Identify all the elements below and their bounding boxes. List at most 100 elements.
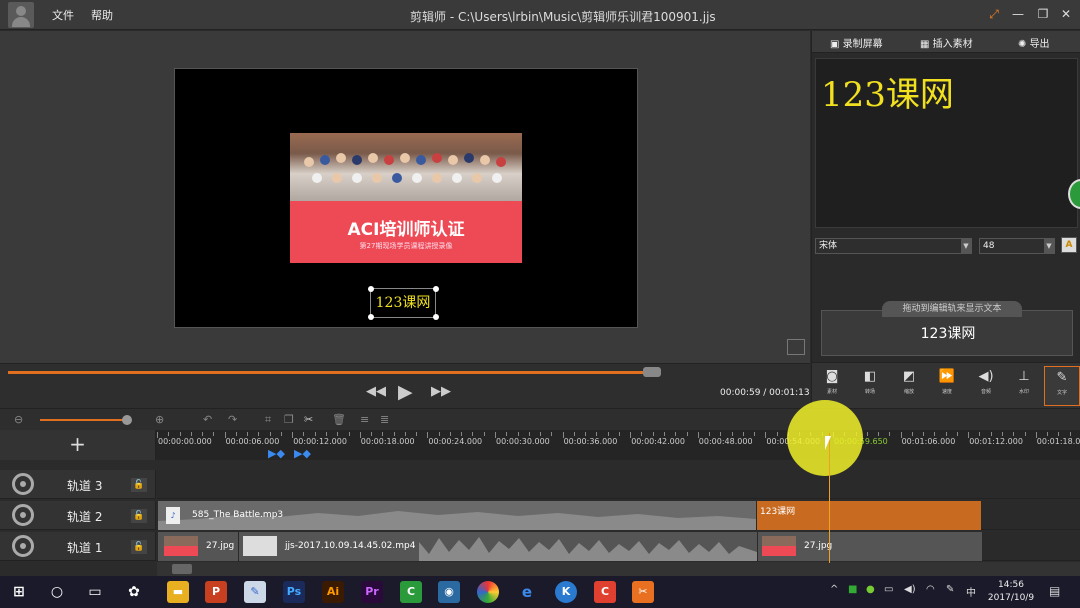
ruler-tick-mark <box>202 432 204 436</box>
ruler-tick-mark <box>224 432 226 438</box>
marker-icon[interactable]: ▶◆ <box>294 447 311 460</box>
tool-speed[interactable]: ⏩ 速度 <box>929 366 965 406</box>
explorer-icon[interactable]: ▬ <box>167 581 189 603</box>
camtasia-icon[interactable]: C <box>400 581 422 603</box>
close-button[interactable]: ✕ <box>1056 4 1076 24</box>
tab-insert-media[interactable]: ▦ 插入素材 <box>920 35 973 50</box>
split-icon[interactable]: ⌗ <box>265 413 271 427</box>
ruler-tick-mark <box>618 432 620 436</box>
track-body[interactable]: 27.jpg jjs-2017.10.09.14.45.02.mp4 27.jp… <box>157 532 1080 561</box>
font-size-select[interactable]: 48 ▼ <box>979 238 1055 254</box>
tray-app-icon[interactable]: ■ <box>848 584 857 595</box>
notification-icon[interactable]: ▤ <box>1049 584 1060 598</box>
marker-icon[interactable]: ▶◆ <box>268 447 285 460</box>
volume-icon[interactable]: ◀) <box>904 584 916 595</box>
edge-icon[interactable]: e <box>516 581 538 603</box>
premiere-icon[interactable]: Pr <box>361 581 383 603</box>
track-body[interactable] <box>157 470 1080 499</box>
tool-transition[interactable]: ◧ 转场 <box>852 366 888 406</box>
resize-handle-tl[interactable] <box>368 286 374 292</box>
undo-icon[interactable]: ↶ <box>203 413 212 426</box>
text-preview-content[interactable]: 123课网 <box>821 67 954 116</box>
progress-thumb[interactable] <box>643 367 661 377</box>
ruler-tick-mark <box>1002 432 1003 436</box>
kugou-icon[interactable]: K <box>555 581 577 603</box>
delete-icon[interactable]: 🗑 <box>332 413 346 426</box>
cut-icon[interactable]: ✂ <box>304 413 313 426</box>
progress-track[interactable] <box>8 371 660 374</box>
mini-mode-icon[interactable]: ⤢ <box>984 4 1004 24</box>
pinwheel-icon[interactable]: ✿ <box>123 581 145 603</box>
jianjishi-icon[interactable]: ✂ <box>632 581 654 603</box>
paint-icon[interactable]: ✎ <box>244 581 266 603</box>
play-icon[interactable]: ▶ <box>398 381 413 403</box>
text-clip[interactable]: 123课网 <box>757 501 981 530</box>
font-select[interactable]: 宋体 ▼ <box>815 238 972 254</box>
fast-forward-icon[interactable]: ▶▶ <box>431 384 451 399</box>
tool-zoom[interactable]: ◩ 缩放 <box>891 366 927 406</box>
align-icon[interactable]: ≡ <box>360 413 369 426</box>
font-color-button[interactable]: A <box>1061 237 1077 253</box>
image-clip[interactable]: 27.jpg <box>758 532 982 561</box>
cortana-icon[interactable]: ○ <box>46 581 68 603</box>
timeline-ruler[interactable]: 00:00:00.000 00:00:06.000 00:00:12.000 00:0… <box>0 430 1080 460</box>
video-clip[interactable]: jjs-2017.10.09.14.45.02.mp4 <box>239 532 757 561</box>
system-clock[interactable]: 14:56 2017/10/9 <box>985 579 1037 605</box>
unlock-icon[interactable]: 🔓 <box>131 540 147 554</box>
app-icon[interactable]: C <box>594 581 616 603</box>
photo-clip[interactable]: ACI培训师认证 第27期现场学员课程讲授录像 <box>290 133 522 263</box>
copy-icon[interactable]: ❐ <box>284 413 294 426</box>
add-track-button[interactable]: + <box>0 430 156 460</box>
rewind-icon[interactable]: ◀◀ <box>366 384 386 399</box>
text-editor[interactable]: 123课网 <box>815 58 1078 228</box>
start-icon[interactable]: ⊞ <box>8 581 30 603</box>
unlock-icon[interactable]: 🔓 <box>131 478 147 492</box>
redo-icon[interactable]: ↷ <box>228 413 237 426</box>
resize-handle-br[interactable] <box>433 314 439 320</box>
fullscreen-icon[interactable] <box>787 339 805 355</box>
playhead[interactable] <box>829 433 830 563</box>
menu-help[interactable]: 帮助 <box>91 7 113 23</box>
unlock-icon[interactable]: 🔓 <box>131 509 147 523</box>
photoshop-icon[interactable]: Ps <box>283 581 305 603</box>
audio-clip[interactable]: ♪ 585_The Battle.mp3 <box>158 501 756 530</box>
chrome-icon[interactable] <box>477 581 499 603</box>
maximize-button[interactable]: ❐ <box>1033 4 1053 24</box>
distribute-icon[interactable]: ≣ <box>380 413 389 426</box>
tray-expand-icon[interactable]: ^ <box>830 584 838 595</box>
image-clip[interactable]: 27.jpg <box>158 532 238 561</box>
drag-text-box[interactable]: 拖动到编辑轨来显示文本 123课网 <box>821 301 1073 356</box>
illustrator-icon[interactable]: Ai <box>322 581 344 603</box>
tool-audio[interactable]: ◀) 音频 <box>968 366 1004 406</box>
scroll-thumb[interactable] <box>172 564 192 574</box>
timeline-scrollbar[interactable] <box>157 562 1080 576</box>
menu-file[interactable]: 文件 <box>52 7 74 23</box>
tool-text[interactable]: ✎ 文字 <box>1044 366 1080 406</box>
taskview-icon[interactable]: ▭ <box>84 581 106 603</box>
avatar[interactable] <box>8 2 34 28</box>
timeline-toolbar: ⊖ ⊕ ↶ ↷ ⌗ ❐ ✂ 🗑 ≡ ≣ <box>0 408 1080 430</box>
battery-icon[interactable]: ▭ <box>884 584 893 595</box>
ime-indicator[interactable]: 中 <box>966 584 976 599</box>
speed-icon: ⏩ <box>938 369 956 384</box>
zoom-slider-thumb[interactable] <box>122 415 132 425</box>
powerpoint-icon[interactable]: P <box>205 581 227 603</box>
capture-icon[interactable]: ◉ <box>438 581 460 603</box>
text-overlay[interactable]: 123课网 <box>370 288 436 318</box>
track-body[interactable]: ♪ 585_The Battle.mp3 123课网 <box>157 501 1080 530</box>
ruler-tick-mark <box>540 432 542 436</box>
tool-watermark[interactable]: ⊥ 水印 <box>1006 366 1042 406</box>
tab-export[interactable]: ✺ 导出 <box>1018 35 1050 50</box>
preview-canvas[interactable]: ACI培训师认证 第27期现场学员课程讲授录像 123课网 <box>174 68 638 328</box>
pen-tray-icon[interactable]: ✎ <box>946 584 954 595</box>
zoom-in-icon[interactable]: ⊕ <box>155 413 164 426</box>
resize-handle-bl[interactable] <box>368 314 374 320</box>
ruler-tick-mark <box>280 432 282 436</box>
network-icon[interactable]: ◠ <box>926 584 935 595</box>
tray-app-icon[interactable]: ● <box>866 584 875 595</box>
resize-handle-tr[interactable] <box>433 286 439 292</box>
tab-record-screen[interactable]: ▣ 录制屏幕 <box>830 35 883 50</box>
zoom-slider-track[interactable] <box>40 419 130 421</box>
zoom-out-icon[interactable]: ⊖ <box>14 413 23 426</box>
minimize-button[interactable]: — <box>1008 4 1028 24</box>
